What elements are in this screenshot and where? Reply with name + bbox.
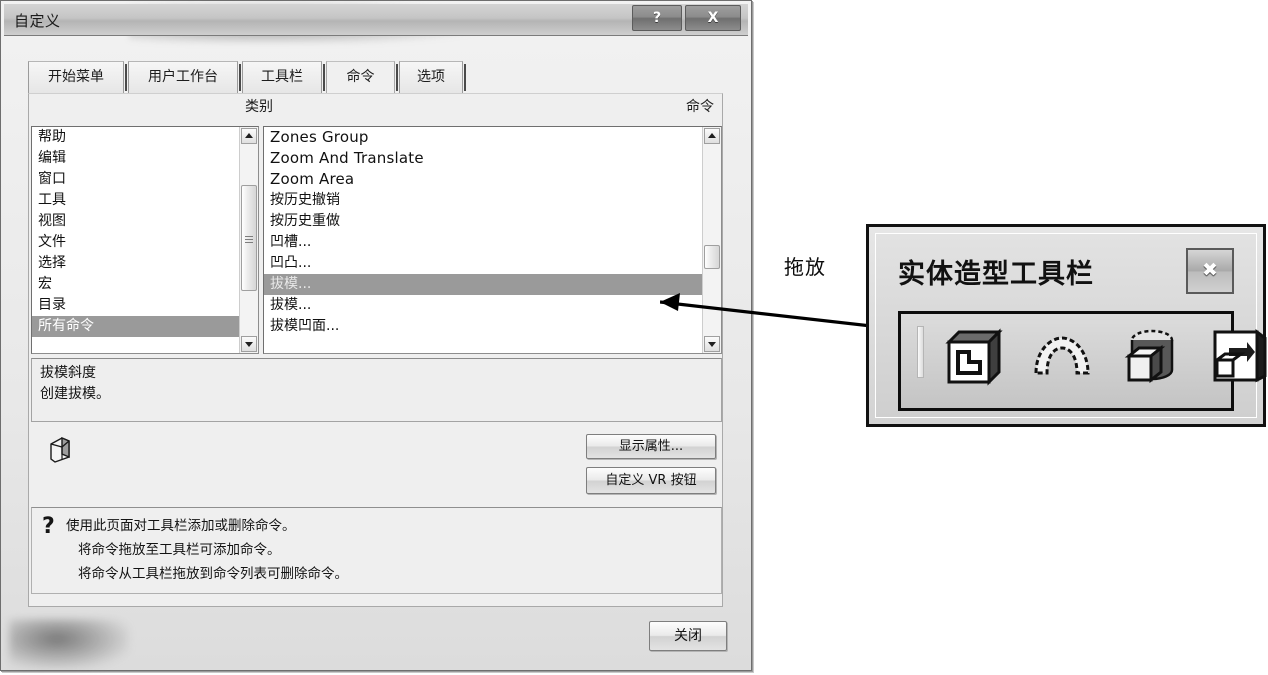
tab-separator — [125, 64, 127, 91]
show-properties-button[interactable]: 显示属性... — [586, 434, 716, 459]
hint-line-2: 将命令拖放至工具栏可添加命令。 — [78, 542, 281, 558]
scroll-down-arrow-icon[interactable] — [241, 336, 257, 352]
toolbar-close-icon-button[interactable]: ✖ — [1186, 248, 1234, 294]
extrude-icon[interactable] — [1207, 326, 1268, 388]
list-item[interactable]: Zoom Area — [264, 169, 721, 190]
scroll-up-arrow-icon[interactable] — [704, 128, 720, 144]
command-description-box: 拔模斜度 创建拔模。 — [31, 358, 722, 422]
list-item[interactable]: 目录 — [32, 295, 258, 316]
question-mark-icon: ? — [42, 514, 55, 539]
list-item[interactable]: Zones Group — [264, 127, 721, 148]
command-listbox[interactable]: Zones Group Zoom And Translate Zoom Area 按历… — [263, 126, 722, 354]
list-item[interactable]: 按历史重做 — [264, 211, 721, 232]
list-item[interactable]: 拔模凹面... — [264, 316, 721, 337]
tab-user-workbench[interactable]: 用户工作台 — [128, 61, 238, 93]
close-dialog-button[interactable]: 关闭 — [649, 621, 727, 651]
scrollbar-thumb[interactable] — [241, 185, 257, 291]
commands-page-panel: 类别 命令 帮助 编辑 窗口 工具 视图 文件 选择宏目录 所有命令 Zones Group Z… — [28, 93, 723, 607]
toolbar-drag-handle[interactable] — [917, 326, 924, 378]
list-item[interactable]: 编辑 — [32, 148, 258, 169]
list-item[interactable]: Zoom And Translate — [264, 148, 721, 169]
tab-separator — [323, 64, 325, 91]
close-icon-button[interactable]: X — [685, 5, 741, 31]
grip-icon — [245, 234, 253, 243]
list-item[interactable]: 视图 — [32, 211, 258, 232]
tab-commands[interactable]: 命令 — [326, 61, 395, 93]
tab-separator — [464, 64, 466, 91]
list-item[interactable]: 按历史撤销 — [264, 190, 721, 211]
window-title: 自定义 — [14, 12, 61, 30]
tab-options[interactable]: 选项 — [399, 61, 463, 93]
command-items: Zones Group Zoom And Translate Zoom Area 按历… — [264, 127, 721, 337]
list-item[interactable]: 拔模... — [264, 295, 721, 316]
list-item[interactable]: 拔模... — [264, 274, 721, 295]
title-bar: 自定义 ? X — [4, 4, 748, 36]
scroll-up-arrow-icon[interactable] — [241, 128, 257, 144]
category-items: 帮助 编辑 窗口 工具 视图 文件 选择宏目录 所有命令 — [32, 127, 258, 337]
tab-strip: 开始菜单 用户工作台 工具栏 命令 选项 — [28, 61, 723, 94]
customize-dialog-window: 自定义 ? X 开始菜单 用户工作台 工具栏 命令 选项 类别 命令 帮助 编辑窗… — [0, 0, 752, 671]
tab-start-menu[interactable]: 开始菜单 — [28, 61, 124, 93]
command-scrollbar[interactable] — [702, 127, 721, 353]
toolbar-button-row — [898, 311, 1267, 411]
hint-line-3: 将命令从工具栏拖放到命令列表可删除命令。 — [78, 566, 348, 582]
tab-separator — [239, 64, 241, 91]
toolbar-inner-frame: 实体造型工具栏 ✖ — [875, 233, 1267, 418]
tab-label: 开始菜单 — [48, 69, 104, 85]
custom-vr-button[interactable]: 自定义 VR 按钮 — [586, 467, 716, 494]
drag-drop-annotation-label: 拖放 — [784, 255, 826, 279]
list-item[interactable]: 文件 — [32, 232, 258, 253]
list-item[interactable]: 凹槽... — [264, 232, 721, 253]
hint-box: ? 使用此页面对工具栏添加或删除命令。 将命令拖放至工具栏可添加命令。 将命令从… — [31, 507, 722, 594]
list-item[interactable]: 工具 — [32, 190, 258, 211]
tab-toolbars[interactable]: 工具栏 — [242, 61, 322, 93]
help-icon-button[interactable]: ? — [632, 5, 682, 31]
category-column-header: 类别 — [245, 99, 273, 115]
tab-label: 选项 — [417, 69, 445, 85]
tab-label: 命令 — [346, 69, 375, 85]
category-scrollbar[interactable] — [239, 127, 258, 353]
list-item[interactable]: 选择 — [32, 253, 258, 274]
tab-label: 工具栏 — [261, 69, 303, 85]
description-title: 拔模斜度 — [40, 365, 96, 381]
solid-modeling-toolbar: 实体造型工具栏 ✖ — [866, 224, 1267, 427]
tab-separator — [396, 64, 398, 91]
hint-line-1: 使用此页面对工具栏添加或删除命令。 — [66, 518, 296, 534]
toolbar-title: 实体造型工具栏 — [898, 259, 1094, 290]
list-item[interactable]: 宏 — [32, 274, 258, 295]
list-item[interactable]: 窗口 — [32, 169, 258, 190]
list-item[interactable]: 帮助 — [32, 127, 258, 148]
pocket-icon[interactable] — [943, 326, 1005, 388]
command-column-header: 命令 — [686, 99, 714, 115]
draft-taper-preview-icon — [43, 432, 77, 466]
scroll-down-arrow-icon[interactable] — [704, 336, 720, 352]
tab-label: 用户工作台 — [148, 69, 218, 85]
list-item[interactable]: 凹凸... — [264, 253, 721, 274]
background-smudge-bottom — [9, 619, 129, 669]
draft-taper-icon[interactable] — [1119, 326, 1181, 388]
scrollbar-thumb[interactable] — [704, 245, 720, 269]
category-listbox[interactable]: 帮助 编辑 窗口 工具 视图 文件 选择宏目录 所有命令 — [31, 126, 259, 354]
dome-shell-icon[interactable] — [1031, 326, 1093, 388]
description-body: 创建拔模。 — [40, 386, 110, 402]
list-item[interactable]: 所有命令 — [32, 316, 258, 337]
